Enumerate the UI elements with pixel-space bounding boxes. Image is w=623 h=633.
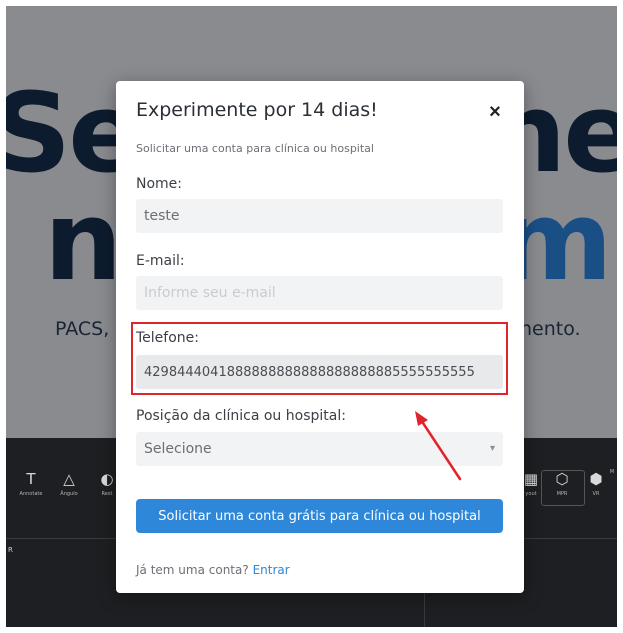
position-select[interactable]: Selecione ▾ [136, 432, 503, 466]
tool-label: VR [592, 491, 600, 497]
trial-signup-modal: Experimente por 14 dias! × Solicitar uma… [116, 81, 524, 593]
phone-input[interactable] [136, 355, 503, 389]
annotate-tool[interactable]: T Annotate [16, 468, 46, 498]
request-account-button[interactable]: Solicitar uma conta grátis para clínica … [136, 499, 503, 533]
modal-subtitle: Solicitar uma conta para clínica ou hosp… [136, 142, 374, 155]
login-link[interactable]: Entrar [253, 563, 290, 577]
position-select-value: Selecione [144, 441, 212, 457]
position-label: Posição da clínica ou hospital: [136, 408, 346, 424]
email-input[interactable] [136, 276, 503, 310]
hero-headline-fragment: n [44, 177, 122, 305]
hero-subtitle-fragment: PACS, [55, 318, 110, 340]
phone-label: Telefone: [136, 330, 199, 346]
hero-subtitle-fragment: nento. [520, 318, 581, 340]
angle-tool[interactable]: △ Ângulo [54, 468, 84, 498]
text-icon: T [26, 470, 36, 488]
chevron-down-icon: ▾ [489, 443, 495, 454]
viewport-orientation-label: R [8, 546, 13, 554]
angle-icon: △ [63, 470, 75, 488]
tool-label: Annotate [19, 491, 43, 497]
modal-title: Experimente por 14 dias! [136, 99, 378, 121]
email-label: E-mail: [136, 253, 185, 269]
tool-label: Ângulo [60, 491, 78, 497]
tool-label: MPR [556, 491, 568, 497]
mpr-tool[interactable]: ⬡ MPR [547, 468, 577, 498]
cube-outline-icon: ⬡ [555, 470, 569, 488]
screenshot-frame: Seu ne n m PACS, nento. T Annotate △ Âng… [6, 6, 617, 627]
login-row: Já tem uma conta? Entrar [136, 563, 290, 577]
login-prompt: Já tem uma conta? [136, 563, 249, 577]
tool-label: M [609, 469, 615, 475]
close-button[interactable]: × [484, 101, 506, 123]
more-tool[interactable]: M [604, 468, 617, 476]
name-label: Nome: [136, 176, 183, 192]
name-input[interactable] [136, 199, 503, 233]
